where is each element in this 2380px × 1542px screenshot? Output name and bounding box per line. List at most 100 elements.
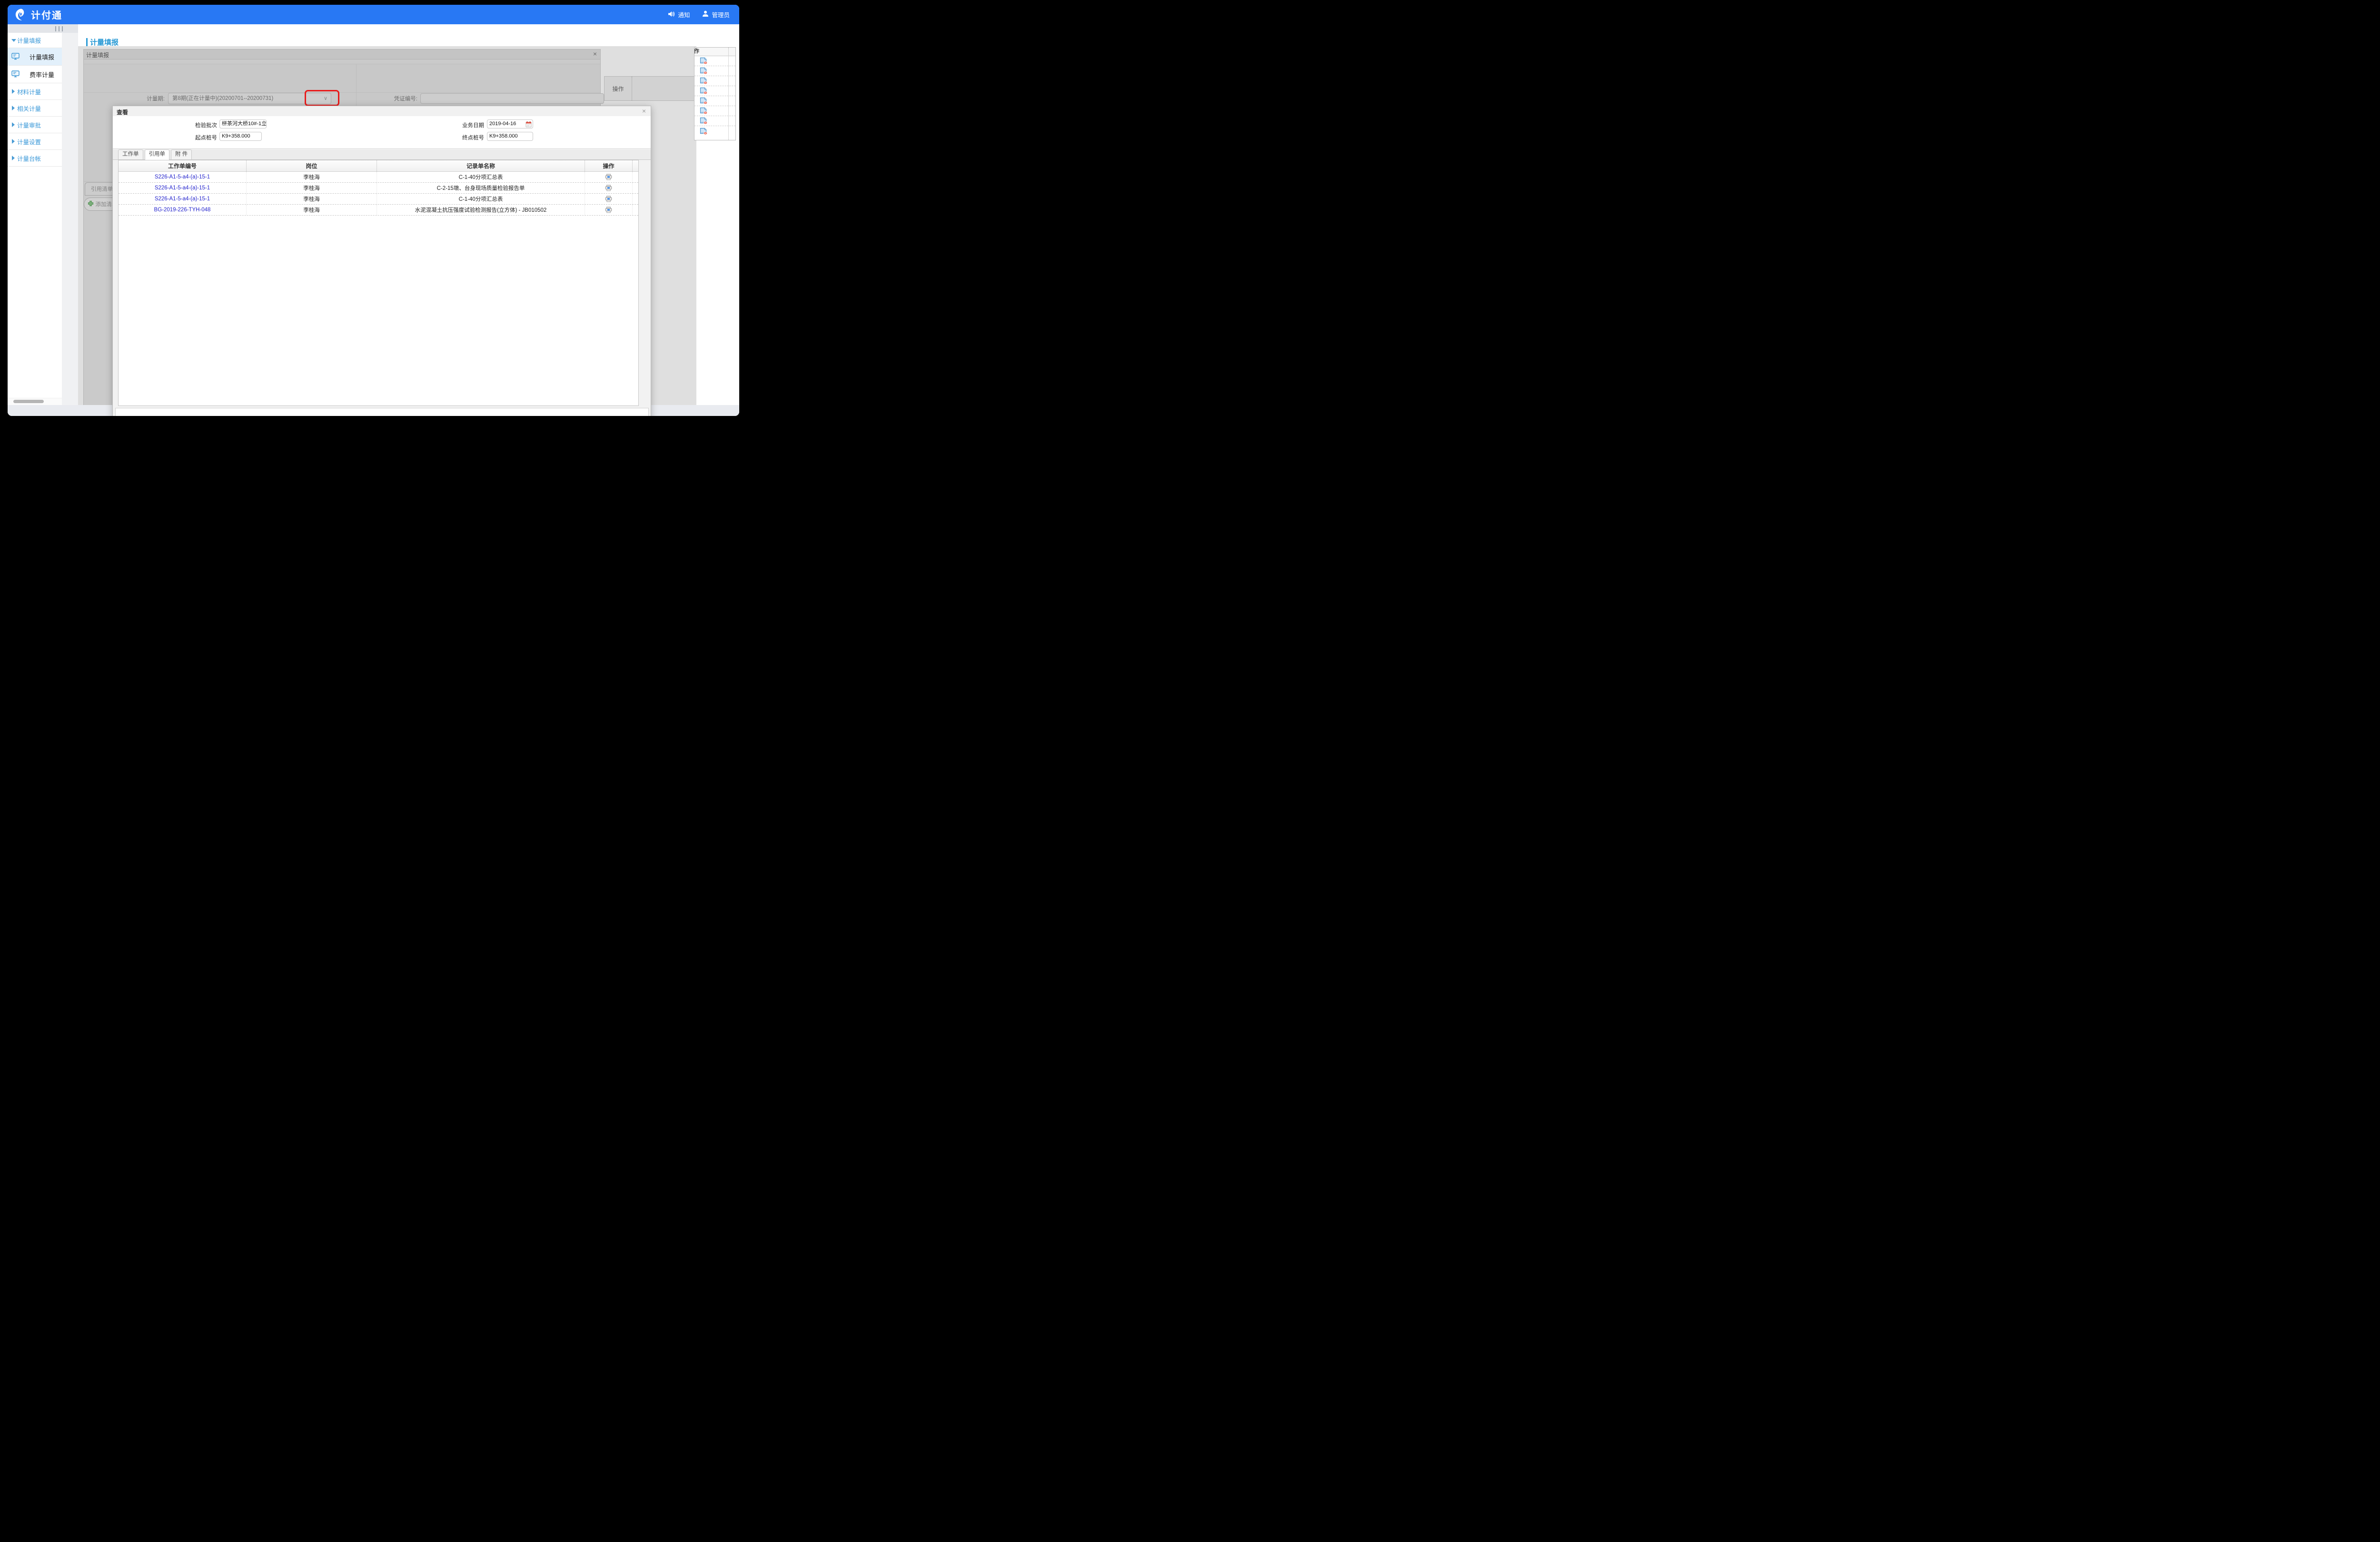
start-stake-input[interactable]: K9+358.000 <box>219 132 262 141</box>
worksheet-code-link[interactable]: S226-A1-5-a4-(a)-15-1 <box>119 194 247 204</box>
col-header-code: 工作单编号 <box>119 160 247 171</box>
remove-doc-icon[interactable] <box>700 97 708 105</box>
worksheet-code-link[interactable]: S226-A1-5-a4-(a)-15-1 <box>119 183 247 193</box>
app-name: 计付通 <box>31 8 62 21</box>
notifications-label: 通知 <box>678 10 690 19</box>
remove-doc-icon[interactable] <box>700 67 708 75</box>
table-row: BG-2019-226-TYH-048 李桂海 水泥混凝土抗压强度试验检测报告(… <box>119 205 638 216</box>
sidebar-horizontal-scrollbar <box>8 398 62 405</box>
tab-label: 引用单 <box>149 151 166 157</box>
sidebar-item-jiliang-tianbao-group[interactable]: 计量填报 <box>8 33 62 48</box>
modal-tabbar: 工作单 引用单 附 件 <box>113 150 651 160</box>
ops-header-label: 操作 <box>694 48 699 56</box>
modal-table: 工作单编号 岗位 记录单名称 操作 S226-A1-5-a4-(a)-15-1 … <box>118 160 639 406</box>
sidebar-menu: 计量填报 计量填报 费率计量 <box>8 33 62 398</box>
print-icon[interactable] <box>605 185 612 191</box>
chevron-down-icon <box>11 39 16 42</box>
sidebar-item-label: 计量审批 <box>17 120 41 129</box>
tab-worksheet[interactable]: 工作单 <box>118 149 143 159</box>
remove-doc-icon[interactable] <box>700 117 708 125</box>
remove-doc-icon[interactable] <box>700 57 708 65</box>
sidebar-item-jiliang-tianbao[interactable]: 计量填报 <box>8 48 62 66</box>
sidebar-item-label: 计量填报 <box>17 36 41 45</box>
modal-footer-bar <box>115 408 649 416</box>
sidebar-item-jiliang-shenpi[interactable]: 计量审批 <box>8 117 62 133</box>
sidebar-item-label: 计量填报 <box>30 52 54 61</box>
chevron-right-icon <box>12 106 15 110</box>
tab-attachments[interactable]: 附 件 <box>171 149 192 159</box>
brand: 计付通 <box>14 8 62 21</box>
ops-panel-header: 操作 <box>694 48 735 56</box>
date-value: 2019-04-16 <box>489 121 516 127</box>
sidebar-item-xiangguan-jiliang[interactable]: 相关计量 <box>8 100 62 117</box>
record-name-cell: 水泥混凝土抗压强度试验检测报告(立方体) - JB010502 <box>377 205 585 215</box>
table-header-row: 工作单编号 岗位 记录单名称 操作 <box>119 160 638 172</box>
col-header-post: 岗位 <box>247 160 377 171</box>
chevron-right-icon <box>12 122 15 127</box>
sidebar: 计量填报 计量填报 费率计量 <box>8 24 78 405</box>
worksheet-code-link[interactable]: BG-2019-226-TYH-048 <box>119 205 247 215</box>
record-name-cell: C-1-40分项汇总表 <box>377 194 585 204</box>
table-row <box>694 116 735 126</box>
table-row <box>694 56 735 66</box>
page-title-text: 计量填报 <box>90 37 119 47</box>
user-label: 管理员 <box>712 10 730 19</box>
record-name-cell: C-2-15墩、台身现场质量检验报告单 <box>377 183 585 193</box>
annotation-highlight-box <box>305 90 339 106</box>
sidebar-item-label: 计量台帐 <box>17 154 41 163</box>
table-row <box>694 66 735 76</box>
view-modal: 查看 × 检验批次 栟茶河大桥10#-1立柱 业务日期 2019-04-16 起… <box>112 106 651 416</box>
post-cell: 李桂海 <box>247 194 377 204</box>
tab-quoted[interactable]: 引用单 <box>145 149 170 160</box>
table-row <box>694 126 735 136</box>
app-logo-icon <box>14 8 27 21</box>
remove-doc-icon[interactable] <box>700 77 708 85</box>
print-icon[interactable] <box>605 174 612 180</box>
monitor-icon <box>11 70 20 79</box>
sidebar-item-feilv-jiliang[interactable]: 费率计量 <box>8 66 62 83</box>
record-name-cell: C-1-40分项汇总表 <box>377 172 585 182</box>
sidebar-gutter <box>62 33 78 405</box>
sidebar-scrollbar-thumb[interactable] <box>13 400 44 403</box>
user-icon <box>702 10 709 19</box>
sidebar-item-label: 计量设置 <box>17 137 41 146</box>
worksheet-code-link[interactable]: S226-A1-5-a4-(a)-15-1 <box>119 172 247 182</box>
sidebar-item-label: 材料计量 <box>17 87 41 96</box>
col-header-ops: 操作 <box>585 160 633 171</box>
user-menu[interactable]: 管理员 <box>702 10 730 19</box>
end-stake-label: 终点桩号 <box>436 134 484 141</box>
app-window: 计付通 通知 管理员 <box>8 5 739 416</box>
remove-doc-icon[interactable] <box>700 128 708 135</box>
remove-doc-icon[interactable] <box>700 87 708 95</box>
chevron-right-icon <box>12 89 15 94</box>
sidebar-item-jiliang-shezhi[interactable]: 计量设置 <box>8 133 62 150</box>
notifications-button[interactable]: 通知 <box>668 10 690 19</box>
modal-fields: 检验批次 栟茶河大桥10#-1立柱 业务日期 2019-04-16 起点桩号 K… <box>113 116 651 149</box>
sidebar-collapse-handle[interactable] <box>8 24 78 33</box>
sidebar-item-cailiao-jiliang[interactable]: 材料计量 <box>8 83 62 100</box>
print-icon[interactable] <box>605 196 612 202</box>
tab-label: 附 件 <box>175 151 188 157</box>
sidebar-item-label: 费率计量 <box>30 70 54 79</box>
print-icon[interactable] <box>605 207 612 213</box>
start-stake-label: 起点桩号 <box>170 134 217 141</box>
chevron-right-icon <box>12 156 15 160</box>
sidebar-item-jiliang-taizhang[interactable]: 计量台帐 <box>8 150 62 167</box>
close-icon[interactable]: × <box>642 107 646 115</box>
table-row <box>694 96 735 106</box>
date-label: 业务日期 <box>436 121 484 129</box>
date-input[interactable]: 2019-04-16 <box>487 119 533 128</box>
modal-title-bar: 查看 × <box>113 106 651 117</box>
table-row <box>694 86 735 96</box>
modal-title: 查看 <box>117 108 128 116</box>
calendar-icon[interactable] <box>526 121 532 128</box>
post-cell: 李桂海 <box>247 205 377 215</box>
monitor-icon <box>11 53 20 61</box>
background-ops-panel: 操作 <box>694 47 736 140</box>
remove-doc-icon[interactable] <box>700 107 708 115</box>
speaker-icon <box>668 11 675 19</box>
table-row <box>694 106 735 116</box>
title-accent-bar <box>86 38 88 46</box>
batch-input[interactable]: 栟茶河大桥10#-1立柱 <box>219 119 267 128</box>
end-stake-input[interactable]: K9+358.000 <box>487 132 533 141</box>
